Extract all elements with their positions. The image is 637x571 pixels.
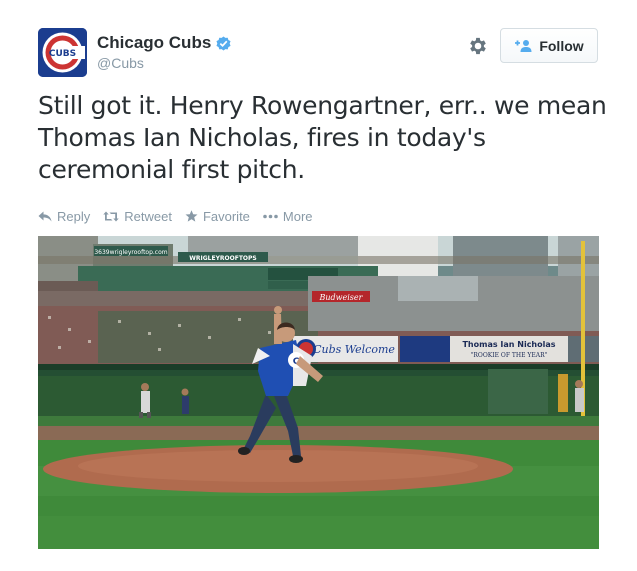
display-name-text: Chicago Cubs bbox=[97, 33, 212, 52]
reply-icon bbox=[38, 211, 52, 221]
background-player-2 bbox=[181, 388, 189, 414]
favorite-label: Favorite bbox=[202, 208, 250, 224]
rookie-banner-text: "ROOKIE OF THE YEAR" bbox=[471, 352, 548, 359]
retweet-label: Retweet bbox=[124, 208, 172, 224]
budweiser-text: Budweiser bbox=[319, 293, 364, 302]
tweet-photo[interactable]: 3639wrigleyrooftop.com WRIGLEYROOFTOPS B… bbox=[38, 236, 599, 549]
retweet-icon bbox=[103, 211, 119, 221]
stadium-photo: 3639wrigleyrooftop.com WRIGLEYROOFTOPS B… bbox=[38, 236, 599, 549]
reply-label: Reply bbox=[57, 208, 91, 224]
welcome-text: Cubs Welcome bbox=[313, 343, 395, 356]
display-name[interactable]: Chicago Cubs bbox=[97, 33, 231, 53]
tweet-card: CUBS Chicago Cubs @Cubs Follow Still got… bbox=[0, 0, 637, 571]
reply-action[interactable]: Reply bbox=[38, 209, 90, 224]
background-player-3 bbox=[575, 380, 584, 412]
tweet-actions: Reply Retweet Favorite More bbox=[38, 207, 326, 225]
verified-badge-icon bbox=[216, 35, 231, 51]
screen-name[interactable]: @Cubs bbox=[97, 55, 144, 71]
svg-text:CUBS: CUBS bbox=[49, 49, 76, 59]
rooftops-text: WRIGLEYROOFTOPS bbox=[189, 255, 257, 262]
outfield-door bbox=[488, 369, 548, 414]
rooftop-url-text: 3639wrigleyrooftop.com bbox=[94, 249, 167, 256]
tweet-text: Still got it. Henry Rowengartner, err.. … bbox=[38, 91, 607, 184]
retweet-action[interactable]: Retweet bbox=[103, 209, 172, 224]
gear-icon[interactable] bbox=[467, 35, 489, 57]
more-label: More bbox=[282, 208, 313, 224]
star-icon bbox=[185, 210, 198, 222]
favorite-action[interactable]: Favorite bbox=[185, 209, 250, 224]
warning-track bbox=[38, 426, 599, 440]
follow-button[interactable]: Follow bbox=[500, 28, 598, 63]
follow-person-icon bbox=[515, 39, 532, 52]
follow-label: Follow bbox=[539, 37, 584, 54]
more-dots-icon bbox=[263, 214, 278, 218]
cubs-logo: CUBS bbox=[38, 28, 87, 77]
avatar[interactable]: CUBS bbox=[38, 28, 87, 77]
name-banner-text: Thomas Ian Nicholas bbox=[462, 340, 555, 349]
more-action[interactable]: More bbox=[263, 209, 313, 224]
